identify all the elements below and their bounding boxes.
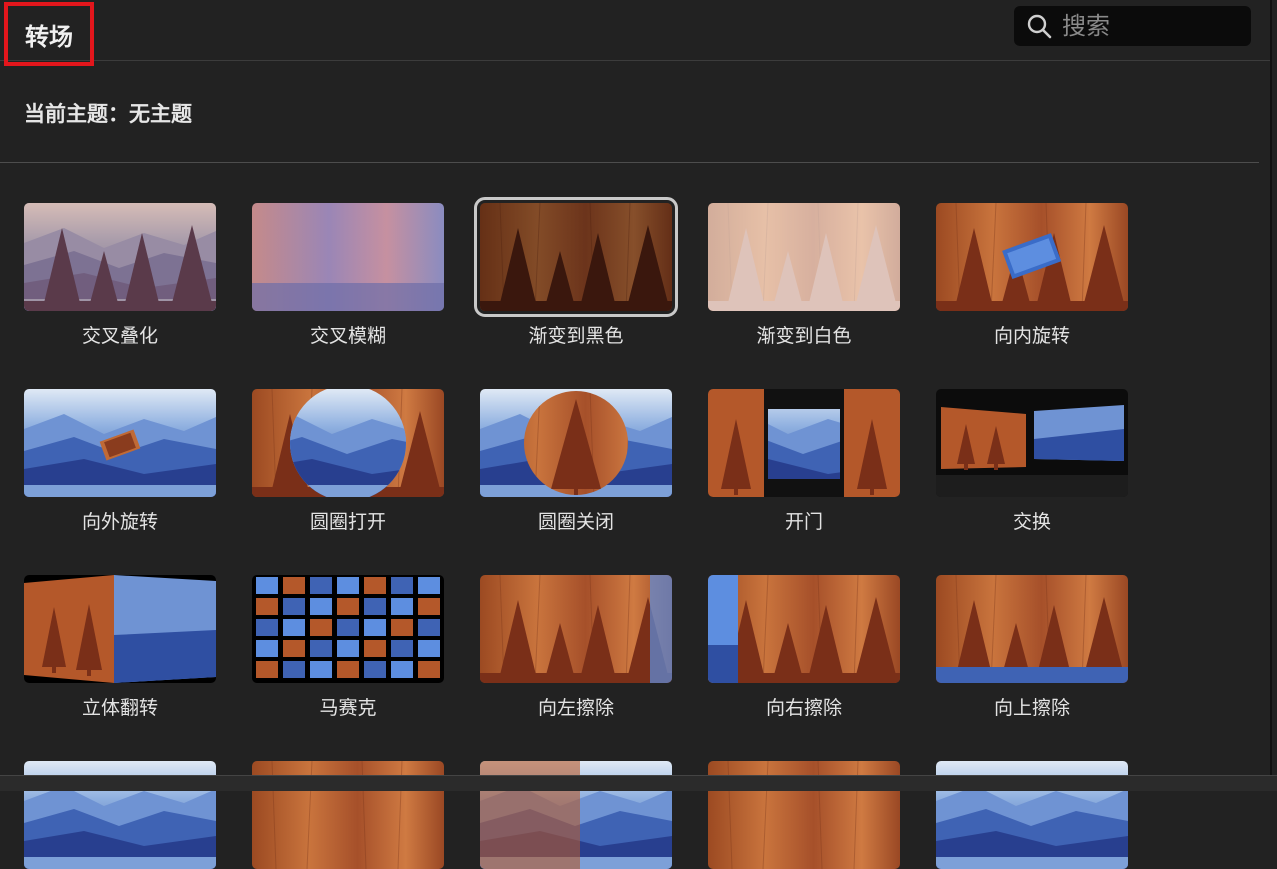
bottom-bar — [0, 775, 1277, 791]
transition-thumbnail[interactable] — [936, 389, 1128, 497]
transition-label: 圆圈关闭 — [537, 511, 614, 533]
transition-label: 立体翻转 — [81, 697, 158, 719]
transition-tile[interactable]: 马赛克 — [252, 575, 446, 720]
transitions-title[interactable]: 转场 — [4, 2, 94, 66]
header-bar: 转场 — [0, 0, 1270, 66]
transition-tile[interactable]: 圆圈关闭 — [480, 389, 674, 534]
transition-label: 交叉模糊 — [309, 325, 386, 347]
transition-tile[interactable]: 交叉模糊 — [252, 203, 446, 348]
transition-tile[interactable]: 向右擦除 — [708, 575, 902, 720]
transition-tile[interactable]: 向上擦除 — [936, 575, 1130, 720]
transition-tile[interactable]: 交换 — [936, 389, 1130, 534]
transition-thumbnail[interactable] — [252, 575, 444, 683]
transition-tile[interactable]: 渐变到白色 — [708, 203, 902, 348]
transition-tile[interactable]: 交叉叠化 — [24, 203, 218, 348]
transition-thumbnail[interactable] — [480, 575, 672, 683]
transition-label: 向内旋转 — [993, 325, 1070, 347]
transition-label: 渐变到白色 — [756, 325, 852, 347]
transition-thumbnail[interactable] — [24, 389, 216, 497]
transition-label: 向外旋转 — [81, 511, 158, 533]
transition-label: 马赛克 — [319, 697, 377, 719]
transition-thumbnail[interactable] — [936, 575, 1128, 683]
transition-thumbnail[interactable] — [480, 389, 672, 497]
scroll-edge — [1270, 0, 1272, 790]
transition-tile[interactable]: 开门 — [708, 389, 902, 534]
transition-thumbnail[interactable] — [708, 203, 900, 311]
divider — [0, 162, 1259, 163]
transition-thumbnail[interactable] — [936, 203, 1128, 311]
current-theme-label: 当前主题：无主题 — [24, 102, 192, 126]
search-box[interactable] — [1014, 6, 1251, 46]
transition-label: 向上擦除 — [993, 697, 1070, 719]
transition-thumbnail[interactable] — [24, 575, 216, 683]
transition-label: 交换 — [1012, 511, 1051, 533]
transition-label: 圆圈打开 — [309, 511, 386, 533]
transition-label: 开门 — [784, 511, 823, 533]
transition-thumbnail[interactable] — [708, 389, 900, 497]
search-icon — [1027, 14, 1052, 39]
transition-tile[interactable]: 圆圈打开 — [252, 389, 446, 534]
transition-tile[interactable]: 渐变到黑色 — [474, 197, 678, 348]
transition-label: 向右擦除 — [765, 697, 842, 719]
transition-tile[interactable]: 向内旋转 — [936, 203, 1130, 348]
transition-thumbnail[interactable] — [474, 197, 678, 317]
transition-thumbnail[interactable] — [24, 203, 216, 311]
transition-label: 交叉叠化 — [81, 325, 158, 347]
transition-thumbnail[interactable] — [252, 203, 444, 311]
transition-tile[interactable]: 向左擦除 — [480, 575, 674, 720]
transition-label: 渐变到黑色 — [528, 325, 624, 347]
transition-thumbnail[interactable] — [252, 389, 444, 497]
transition-tile[interactable]: 向外旋转 — [24, 389, 218, 534]
transition-label: 向左擦除 — [537, 697, 614, 719]
transition-tile[interactable]: 立体翻转 — [24, 575, 218, 720]
search-input[interactable] — [1060, 11, 1234, 41]
transition-thumbnail[interactable] — [708, 575, 900, 683]
